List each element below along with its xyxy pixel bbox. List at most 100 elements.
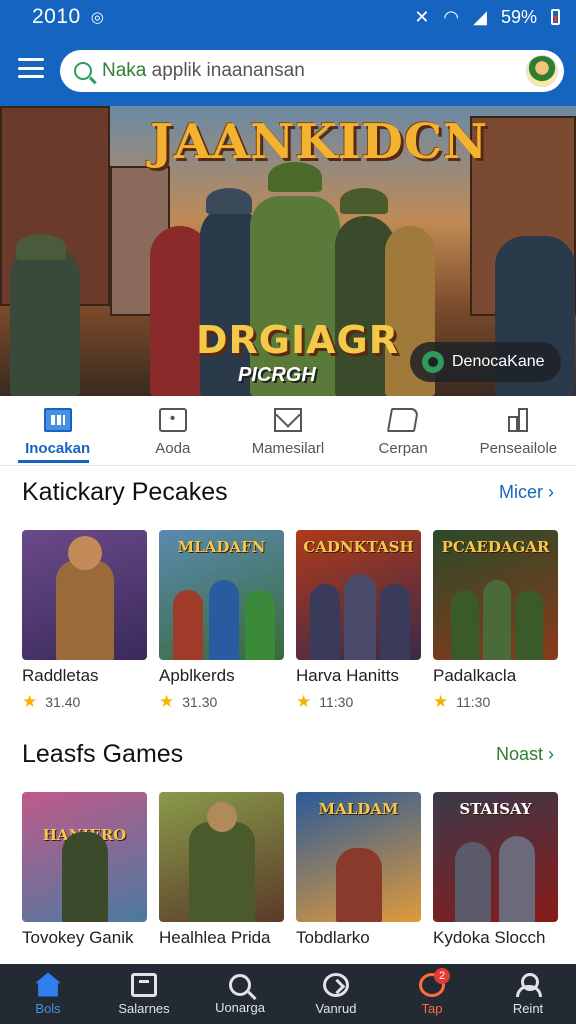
search-highlight: Naka [102,60,147,81]
game-rating: ★ 31.40 [22,692,147,712]
menu-icon[interactable] [18,58,44,78]
tab-cerpan[interactable]: Cerpan [346,396,461,465]
nav-vanrud[interactable]: Vanrud [288,964,384,1024]
star-icon: ★ [22,692,38,711]
nav-home[interactable]: Bols [0,964,96,1024]
nav-label: Bols [35,1000,61,1016]
nav-label: Vanrud [315,1000,357,1016]
game-card[interactable]: HANIERO Tovokey Ganik [22,792,147,948]
hero-banner[interactable]: JAANKIDCN DRGIAGR PICRGH DenocaKane [0,106,576,396]
thumb-title: MLADAFN [177,538,266,556]
game-rating: ★ 31.30 [159,692,284,712]
flag-icon [387,408,420,432]
game-rating: ★ 11:30 [296,692,421,712]
game-name: Kydoka Slocch [433,928,546,947]
hero-art [10,246,80,396]
tab-inocakan[interactable]: Inocakan [0,396,115,465]
compass-icon [323,972,349,997]
game-card[interactable]: CADNKTASH Harva Hanitts ★ 11:30 [296,530,421,712]
user-icon [515,972,542,997]
nav-label: Salarnes [118,1000,170,1016]
nav-search[interactable]: Uonarga [192,964,288,1024]
thumb-title: PCAEDAGAR [441,538,550,556]
nav-profile[interactable]: Reint [480,964,576,1024]
star-icon: ★ [296,692,312,711]
thumb-title: MALDAM [318,800,399,818]
status-icons: ✕ ◠ ◢ 59% [414,7,560,28]
game-thumbnail [22,530,147,660]
game-card[interactable]: PCAEDAGAR Padalkacla ★ 11:30 [433,530,558,712]
game-thumbnail: STAISAY [433,792,558,922]
notification-badge: 2 [434,967,450,984]
game-card[interactable]: Raddletas ★ 31.40 [22,530,147,712]
search-input[interactable]: Naka applik inaanansan [102,60,526,82]
tab-aoda[interactable]: Aoda [115,396,230,465]
game-list: HANIERO Tovokey Ganik Healhlea Prida MAL… [22,792,558,948]
hero-art [206,188,252,214]
hero-subtitle-2: PICRGH [238,364,316,386]
hero-art [16,234,66,260]
see-more-link[interactable]: Noast › [496,744,554,765]
nav-label: Uonarga [215,999,265,1015]
chart-icon [504,408,532,432]
hero-art [340,188,388,214]
see-more-link[interactable]: Micer › [499,482,554,503]
tap-icon: 2 [419,967,450,997]
tab-label: Mamesilarl [251,440,325,457]
search-bar[interactable]: Naka applik inaanansan [60,50,564,92]
apps-icon [43,408,72,432]
game-thumbnail: PCAEDAGAR [433,530,558,660]
rating-value: 11:30 [456,694,491,710]
signal-icon: ◢ [473,6,487,27]
game-card[interactable]: Healhlea Prida [159,792,284,948]
thumb-title: CADNKTASH [303,538,414,556]
nav-salarnes[interactable]: Salarnes [96,964,192,1024]
mail-icon [273,408,302,432]
game-name: Harva Hanitts [296,666,399,685]
section-header: Katickary Pecakes Micer › [22,478,554,507]
status-time: 2010 [32,5,81,28]
hero-subtitle: DRGIAGR [196,318,399,362]
rating-value: 11:30 [319,694,354,710]
game-thumbnail [159,792,284,922]
game-name: Padalkacla [433,666,517,685]
nav-label: Tap [421,1000,443,1016]
tab-mamesilarl[interactable]: Mamesilarl [230,396,345,465]
game-card[interactable]: MALDAM Tobdlarko [296,792,421,948]
bottom-nav: Bols Salarnes Uonarga Vanrud 2 Tap Reint [0,964,576,1024]
see-more-label: Noast [495,744,543,764]
hero-developer-chip[interactable]: DenocaKane [410,342,561,382]
category-tabs: Inocakan Aoda Mamesilarl Cerpan Penseail… [0,396,576,466]
rating-value: 31.40 [45,694,81,710]
status-bar: 2010 ◎ ✕ ◠ ◢ 59% [0,0,576,34]
game-name: Apblkerds [159,666,235,685]
tab-label: Cerpan [378,440,428,457]
game-card[interactable]: MLADAFN Apblkerds ★ 31.30 [159,530,284,712]
game-name: Raddletas [22,666,99,685]
star-icon: ★ [159,692,175,711]
nav-label: Reint [512,1000,544,1016]
hero-chip-label: DenocaKane [452,353,545,370]
developer-icon [422,351,444,373]
game-name: Tobdlarko [296,928,370,947]
avatar[interactable] [526,55,558,87]
home-icon [35,972,61,997]
tab-label: Penseailole [479,440,558,457]
game-name: Healhlea Prida [159,928,271,947]
game-card[interactable]: STAISAY Kydoka Slocch [433,792,558,948]
search-placeholder: applik inaanansan [146,60,305,81]
search-icon [74,62,92,80]
thumb-title: STAISAY [459,800,532,818]
tab-label: Aoda [155,440,191,457]
game-thumbnail: CADNKTASH [296,530,421,660]
section-title: Katickary Pecakes [22,478,228,506]
notification-icon: ◎ [90,9,104,26]
nav-tap[interactable]: 2 Tap [384,964,480,1024]
tab-penseailole[interactable]: Penseailole [461,396,576,465]
game-name: Tovokey Ganik [22,928,134,947]
tab-label: Inocakan [25,440,91,457]
rating-value: 31.30 [182,694,218,710]
hero-title: JAANKIDCN [150,114,488,170]
box-icon [131,972,157,997]
game-list: Raddletas ★ 31.40 MLADAFN Apblkerds ★ 31.3… [22,530,558,712]
